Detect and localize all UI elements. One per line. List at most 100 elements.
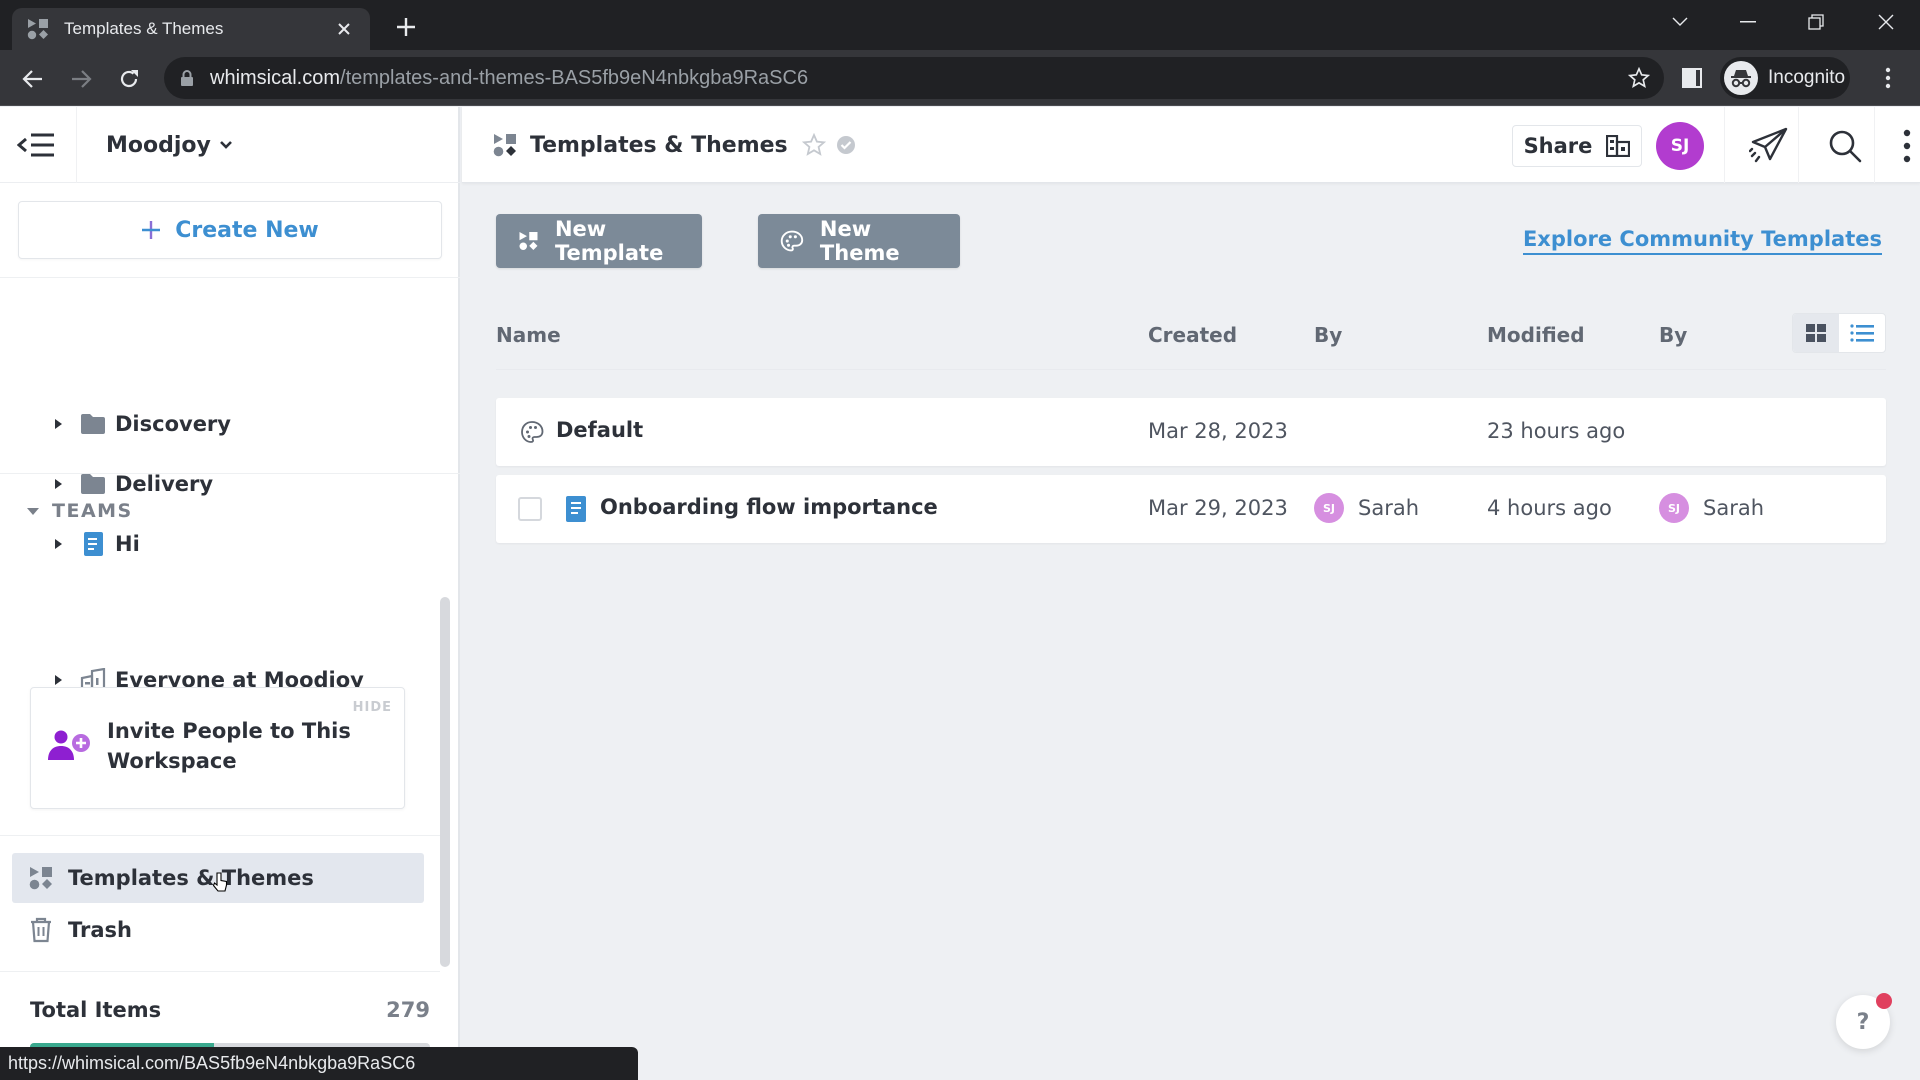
browser-menu-icon[interactable]	[1876, 66, 1900, 90]
verified-check-icon	[836, 136, 855, 154]
column-header-modified[interactable]: Modified	[1487, 323, 1585, 347]
new-theme-button[interactable]: New Theme	[758, 214, 960, 268]
palette-icon	[521, 421, 544, 443]
column-header-created-by[interactable]: By	[1314, 323, 1342, 347]
row-created: Mar 28, 2023	[1148, 419, 1288, 443]
tree-item-discovery[interactable]: Discovery	[0, 402, 440, 446]
nav-item-label: Trash	[68, 918, 132, 942]
close-window-icon[interactable]	[1866, 8, 1906, 36]
plus-icon	[142, 221, 161, 239]
collapse-sidebar-button[interactable]	[16, 127, 56, 163]
creator-name: Sarah	[1358, 496, 1420, 520]
document-icon	[566, 496, 586, 522]
side-panel-icon[interactable]	[1680, 66, 1704, 90]
divider	[1724, 107, 1725, 183]
status-bar-url: https://whimsical.com/BAS5fb9eN4nbkgba9R…	[0, 1047, 638, 1080]
share-button[interactable]: Share	[1512, 125, 1642, 167]
folder-icon	[81, 474, 105, 494]
address-bar[interactable]: whimsical.com/templates-and-themes-BAS5f…	[164, 57, 1664, 99]
total-items: Total Items 279	[30, 995, 430, 1025]
templates-icon	[29, 867, 52, 890]
table-row-onboarding[interactable]: Onboarding flow importance Mar 29, 2023 …	[496, 475, 1886, 543]
tab-search-icon[interactable]	[1660, 8, 1700, 36]
grid-view-button[interactable]	[1793, 314, 1839, 352]
browser-titlebar: Templates & Themes	[0, 0, 1920, 50]
new-theme-label: New Theme	[819, 217, 900, 265]
explore-community-templates-link[interactable]: Explore Community Templates	[1522, 227, 1882, 255]
restore-icon[interactable]	[1796, 8, 1836, 36]
new-template-button[interactable]: New Template	[496, 214, 702, 268]
avatar: SJ	[1314, 493, 1344, 523]
divider	[1874, 107, 1875, 183]
caret-right-icon	[55, 479, 62, 489]
templates-icon	[26, 17, 50, 41]
browser-tab[interactable]: Templates & Themes	[12, 8, 370, 50]
divider	[0, 473, 460, 474]
forward-icon[interactable]	[66, 64, 96, 94]
reload-icon[interactable]	[114, 64, 144, 94]
invite-people-card[interactable]: HIDE Invite People to This Workspace	[30, 687, 405, 809]
incognito-profile[interactable]: Incognito	[1720, 57, 1850, 99]
column-header-name[interactable]: Name	[496, 323, 561, 347]
row-modified: 4 hours ago	[1487, 496, 1612, 520]
row-name[interactable]: Onboarding flow importance	[600, 495, 938, 519]
row-name[interactable]: Default	[556, 418, 643, 442]
favorite-star-icon[interactable]	[801, 133, 826, 157]
collapse-menu-icon	[17, 133, 54, 157]
back-icon[interactable]	[18, 64, 48, 94]
page-header: Templates & Themes Share SJ	[462, 107, 1920, 183]
share-label: Share	[1523, 134, 1593, 158]
tree-item-label: Delivery	[115, 472, 214, 496]
notification-dot	[1876, 993, 1892, 1009]
header-divider	[76, 107, 77, 183]
search-button[interactable]	[1824, 125, 1866, 167]
close-tab-icon[interactable]	[332, 17, 356, 41]
new-template-label: New Template	[554, 217, 664, 265]
list-view-button[interactable]	[1839, 314, 1885, 352]
main-content: Templates & Themes Share SJ New Template…	[462, 107, 1920, 1080]
nav-item-label: Templates & Themes	[68, 866, 314, 890]
create-new-label: Create New	[175, 217, 319, 243]
invite-card-text: Invite People to This Workspace	[107, 719, 351, 773]
hide-button[interactable]: HIDE	[353, 700, 392, 715]
add-user-icon	[48, 730, 90, 760]
divider	[0, 971, 440, 972]
url-domain: whimsical.com	[210, 66, 341, 89]
total-items-label: Total Items	[30, 998, 162, 1022]
modifier-name: Sarah	[1703, 496, 1765, 520]
column-header-modified-by[interactable]: By	[1659, 323, 1687, 347]
publish-button[interactable]	[1748, 125, 1790, 167]
sidebar-scrollbar[interactable]	[440, 597, 450, 967]
incognito-icon	[1724, 61, 1758, 95]
templates-icon	[493, 134, 516, 157]
help-button[interactable]: ?	[1836, 993, 1892, 1049]
templates-icon	[519, 232, 538, 250]
user-avatar[interactable]: SJ	[1656, 122, 1704, 170]
paper-plane-icon	[1749, 127, 1788, 163]
bookmark-star-icon[interactable]	[1628, 67, 1650, 89]
create-new-button[interactable]: Create New	[18, 201, 442, 259]
column-header-created[interactable]: Created	[1148, 323, 1237, 347]
table-row-default[interactable]: Default Mar 28, 2023 23 hours ago	[496, 398, 1886, 466]
avatar: SJ	[1659, 493, 1689, 523]
browser-toolbar: whimsical.com/templates-and-themes-BAS5f…	[0, 50, 1920, 106]
tree-item-hi[interactable]: Hi	[0, 522, 440, 566]
mouse-cursor-icon	[212, 872, 228, 892]
url-path: /templates-and-themes-BAS5fb9eN4nbkgba9R…	[340, 66, 809, 89]
workspace-switcher[interactable]: Moodjoy	[106, 129, 233, 161]
lock-icon	[180, 70, 194, 86]
whimsical-app: Moodjoy Create New Discovery Delivery Hi	[0, 107, 1920, 1080]
teams-section-toggle[interactable]: TEAMS	[26, 496, 133, 526]
divider	[0, 835, 440, 836]
caret-down-icon	[27, 508, 39, 515]
minimize-icon[interactable]	[1728, 8, 1768, 36]
url-text: whimsical.com/templates-and-themes-BAS5f…	[210, 67, 808, 90]
tree-item-label: Hi	[115, 532, 140, 556]
new-tab-icon[interactable]	[392, 13, 420, 41]
more-options-button[interactable]	[1886, 125, 1920, 167]
row-checkbox[interactable]	[518, 497, 542, 521]
sidebar-item-trash[interactable]: Trash	[12, 905, 424, 955]
caret-right-icon	[55, 675, 62, 685]
help-icon: ?	[1856, 1009, 1870, 1035]
divider	[0, 277, 460, 278]
